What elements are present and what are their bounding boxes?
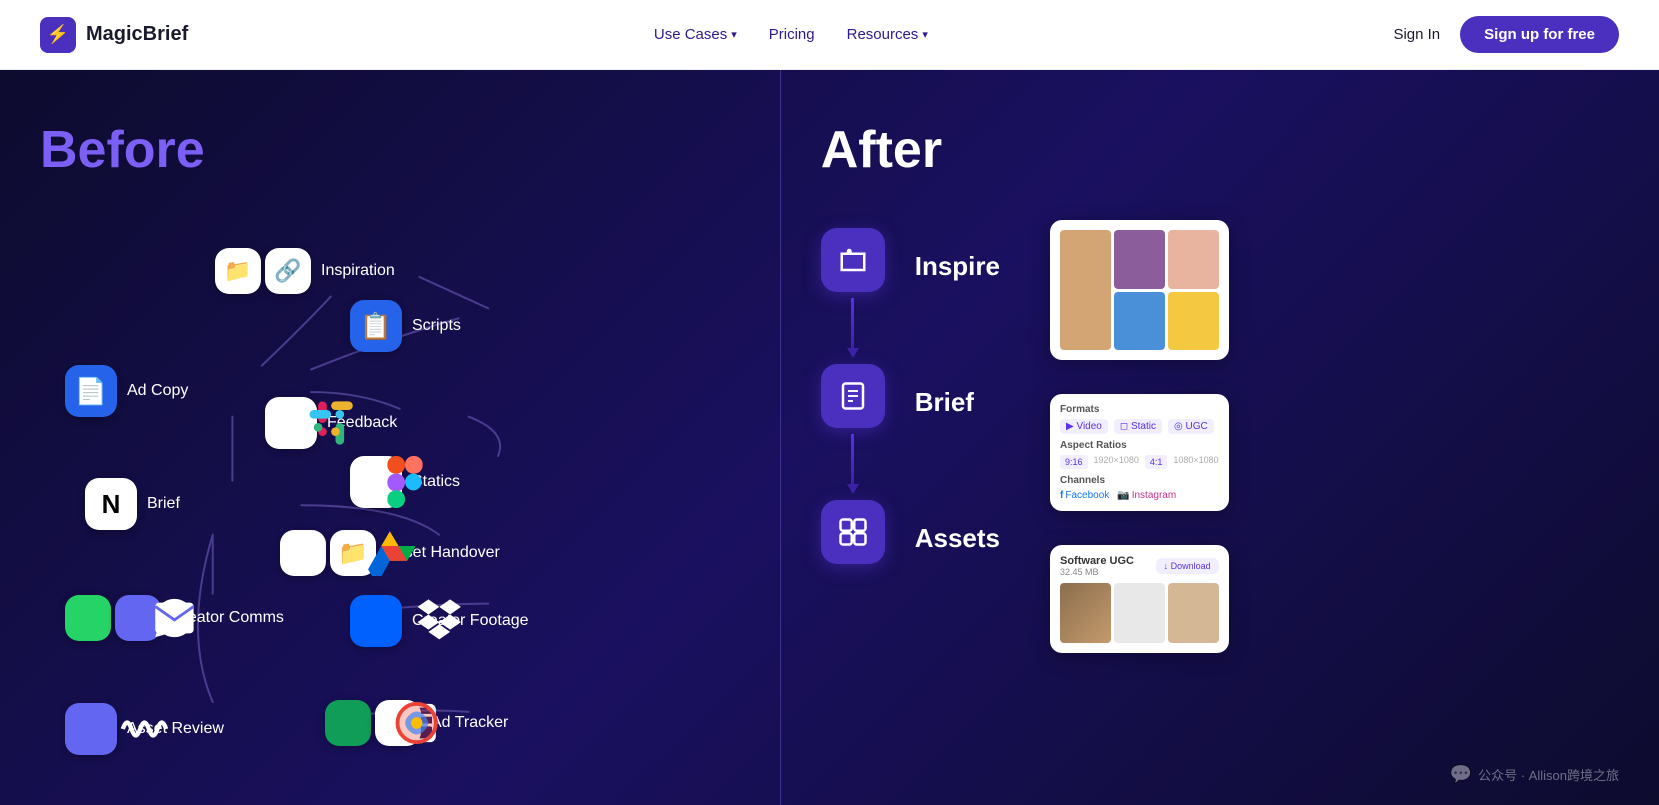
before-title: Before [40, 120, 740, 180]
node-feedback: Feedback [265, 397, 397, 449]
brief-flow-label: Brief [915, 387, 974, 418]
aspect-options: 9:16 1920×1080 4:1 1080×1080 [1060, 455, 1219, 469]
ad-copy-label: Ad Copy [127, 382, 188, 400]
assets-card-header: Software UGC 32.45 MB ↓ Download [1060, 555, 1219, 577]
channels-label: Channels [1060, 475, 1219, 486]
preview-cards: Formats ▶ Video ◻ Static ◎ UGC Aspect Ra… [1050, 220, 1229, 669]
before-panel: Before .conn { stroke: #4a3d8f; stroke-w… [0, 70, 780, 805]
after-panel: After [780, 70, 1659, 805]
dropbox-icon [350, 595, 402, 647]
nav-pricing[interactable]: Pricing [769, 26, 815, 43]
asset-img-3 [1168, 583, 1219, 643]
preview-img-2 [1114, 230, 1165, 289]
sign-up-button[interactable]: Sign up for free [1460, 16, 1619, 53]
inspire-label: Inspire [915, 251, 1000, 282]
download-button[interactable]: ↓ Download [1156, 558, 1219, 574]
assets-label: Assets [915, 523, 1000, 554]
ad-copy-icon: 📄 [65, 365, 117, 417]
scripts-label: Scripts [412, 317, 461, 335]
node-asset-handover: 📁 Asset Handover [280, 530, 500, 576]
link-icon: 🔗 [265, 248, 311, 294]
node-inspiration: 📁 🔗 Inspiration [215, 248, 395, 294]
format-static: ◻ Static [1114, 419, 1162, 434]
flow-steps [821, 220, 885, 564]
logo-icon: ⚡ [40, 17, 76, 53]
format-options: ▶ Video ◻ Static ◎ UGC [1060, 419, 1219, 434]
file-size: 32.45 MB [1060, 567, 1134, 577]
node-scripts: 📋 Scripts [350, 300, 461, 352]
inspire-preview-card [1050, 220, 1229, 360]
format-video: ▶ Video [1060, 419, 1108, 434]
asset-img-1 [1060, 583, 1111, 643]
flow-labels: Inspire Brief Assets [915, 220, 1000, 570]
navbar: ⚡ MagicBrief Use Cases ▾ Pricing Resourc… [0, 0, 1659, 70]
aspect-label: Aspect Ratios [1060, 440, 1219, 451]
spacer2 [915, 434, 1000, 506]
mail-icon [115, 595, 161, 641]
channel-options: f Facebook 📷 Instagram [1060, 490, 1219, 501]
nav-center: Use Cases ▾ Pricing Resources ▾ [654, 26, 928, 43]
brief-step-icon [821, 364, 885, 428]
preview-img-5 [1168, 292, 1219, 351]
hero-section: Before .conn { stroke: #4a3d8f; stroke-w… [0, 70, 1659, 805]
brief-label-wrapper: Brief [915, 370, 1000, 434]
software-ugc-title: Software UGC [1060, 555, 1134, 567]
spacer1 [915, 298, 1000, 370]
node-creator-footage: Creator Footage [350, 595, 529, 647]
wechat-icon: 💬 [1450, 764, 1472, 785]
node-ad-copy: 📄 Ad Copy [65, 365, 188, 417]
asset-img-2 [1114, 583, 1165, 643]
assets-label-wrapper: Assets [915, 506, 1000, 570]
format-ugc: ◎ UGC [1168, 419, 1214, 434]
chevron-down-icon: ▾ [731, 28, 737, 41]
nav-resources[interactable]: Resources ▾ [847, 26, 928, 43]
node-ad-tracker: Ad Tracker [325, 700, 508, 746]
node-asset-review: Asset Review [65, 703, 224, 755]
after-title: After [821, 120, 1619, 180]
logo-text: MagicBrief [86, 23, 188, 46]
figma-icon [350, 456, 402, 508]
brief-label: Brief [147, 495, 180, 513]
chevron-down-icon-2: ▾ [922, 28, 928, 41]
preview-img-4 [1114, 292, 1165, 351]
node-creator-comms: Creator Comms [65, 595, 284, 641]
inspiration-label: Inspiration [321, 262, 395, 280]
after-content: Inspire Brief Assets [821, 220, 1619, 669]
inspire-step-icon [821, 228, 885, 292]
drive-icon [280, 530, 326, 576]
wave-icon [65, 703, 117, 755]
scripts-icon: 📋 [350, 300, 402, 352]
preview-img-1 [1060, 230, 1111, 350]
sign-in-button[interactable]: Sign In [1393, 26, 1440, 43]
looker-icon [375, 700, 421, 746]
inspire-label-wrapper: Inspire [915, 234, 1000, 298]
preview-img-3 [1168, 230, 1219, 289]
diagram: .conn { stroke: #4a3d8f; stroke-width: 2… [40, 210, 740, 805]
node-brief: N Brief [85, 478, 180, 530]
brief-preview-card: Formats ▶ Video ◻ Static ◎ UGC Aspect Ra… [1050, 394, 1229, 511]
watermark: 💬 公众号 · Allison跨境之旅 [1450, 764, 1619, 785]
node-statics: Statics [350, 456, 460, 508]
logo[interactable]: ⚡ MagicBrief [40, 17, 188, 53]
assets-step-icon [821, 500, 885, 564]
formats-label: Formats [1060, 404, 1219, 415]
folder-icon: 📁 [215, 248, 261, 294]
assets-preview-card: Software UGC 32.45 MB ↓ Download [1050, 545, 1229, 653]
nav-use-cases[interactable]: Use Cases ▾ [654, 26, 737, 43]
notion-icon: N [85, 478, 137, 530]
nav-right: Sign In Sign up for free [1393, 16, 1619, 53]
slack-icon [265, 397, 317, 449]
